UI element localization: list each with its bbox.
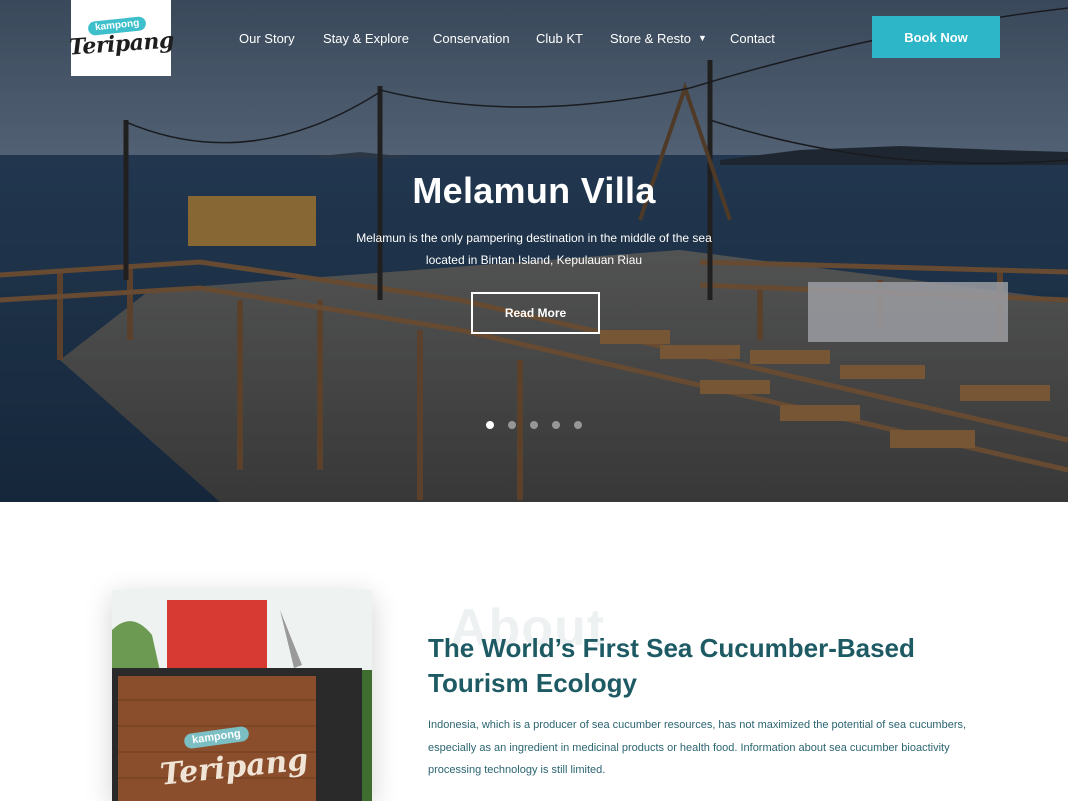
slider-dot-1[interactable] bbox=[486, 421, 494, 429]
about-description-line-1: Indonesia, which is a producer of sea cu… bbox=[428, 719, 967, 731]
slider-dot-5[interactable] bbox=[574, 421, 582, 429]
nav-store-resto[interactable]: Store & Resto ▼ bbox=[610, 28, 707, 48]
hero-title: Melamun Villa bbox=[412, 170, 656, 211]
hero-subtitle-line-2: located in Bintan Island, Kepulauan Riau bbox=[425, 253, 643, 267]
hero-subtitle: Melamun is the only pampering destinatio… bbox=[334, 227, 734, 271]
about-image: kampong Teripang bbox=[112, 590, 372, 801]
book-now-button[interactable]: Book Now bbox=[872, 16, 1000, 58]
about-heading: The World’s First Sea Cucumber-Based Tou… bbox=[428, 631, 988, 701]
about-heading-line-1: The World’s First Sea Cucumber-Based bbox=[428, 633, 915, 663]
slider-dot-2[interactable] bbox=[508, 421, 516, 429]
nav-stay-explore[interactable]: Stay & Explore bbox=[323, 28, 409, 48]
nav-club-kt[interactable]: Club KT bbox=[536, 28, 583, 48]
about-description: Indonesia, which is a producer of sea cu… bbox=[428, 714, 988, 782]
nav-contact[interactable]: Contact bbox=[730, 28, 775, 48]
read-more-button[interactable]: Read More bbox=[471, 292, 600, 334]
about-description-line-3: processing technology is still limited. bbox=[428, 764, 606, 777]
about-heading-line-2: Tourism Ecology bbox=[428, 668, 637, 698]
about-description-line-2: especially as an ingredient in medicinal… bbox=[428, 741, 950, 754]
nav-our-story[interactable]: Our Story bbox=[239, 28, 295, 48]
slider-pagination bbox=[486, 421, 582, 429]
site-logo[interactable]: kampong Teripang bbox=[67, 0, 175, 76]
logo-wordmark: Teripang bbox=[67, 27, 175, 61]
hero-subtitle-line-1: Melamun is the only pampering destinatio… bbox=[356, 231, 712, 245]
slider-dot-3[interactable] bbox=[530, 421, 538, 429]
caret-down-icon: ▼ bbox=[697, 33, 707, 43]
nav-store-resto-label: Store & Resto bbox=[610, 30, 691, 46]
nav-conservation[interactable]: Conservation bbox=[433, 28, 510, 48]
slider-dot-4[interactable] bbox=[552, 421, 560, 429]
hero-slider: kampong Teripang Our Story Stay & Explor… bbox=[0, 0, 1068, 502]
